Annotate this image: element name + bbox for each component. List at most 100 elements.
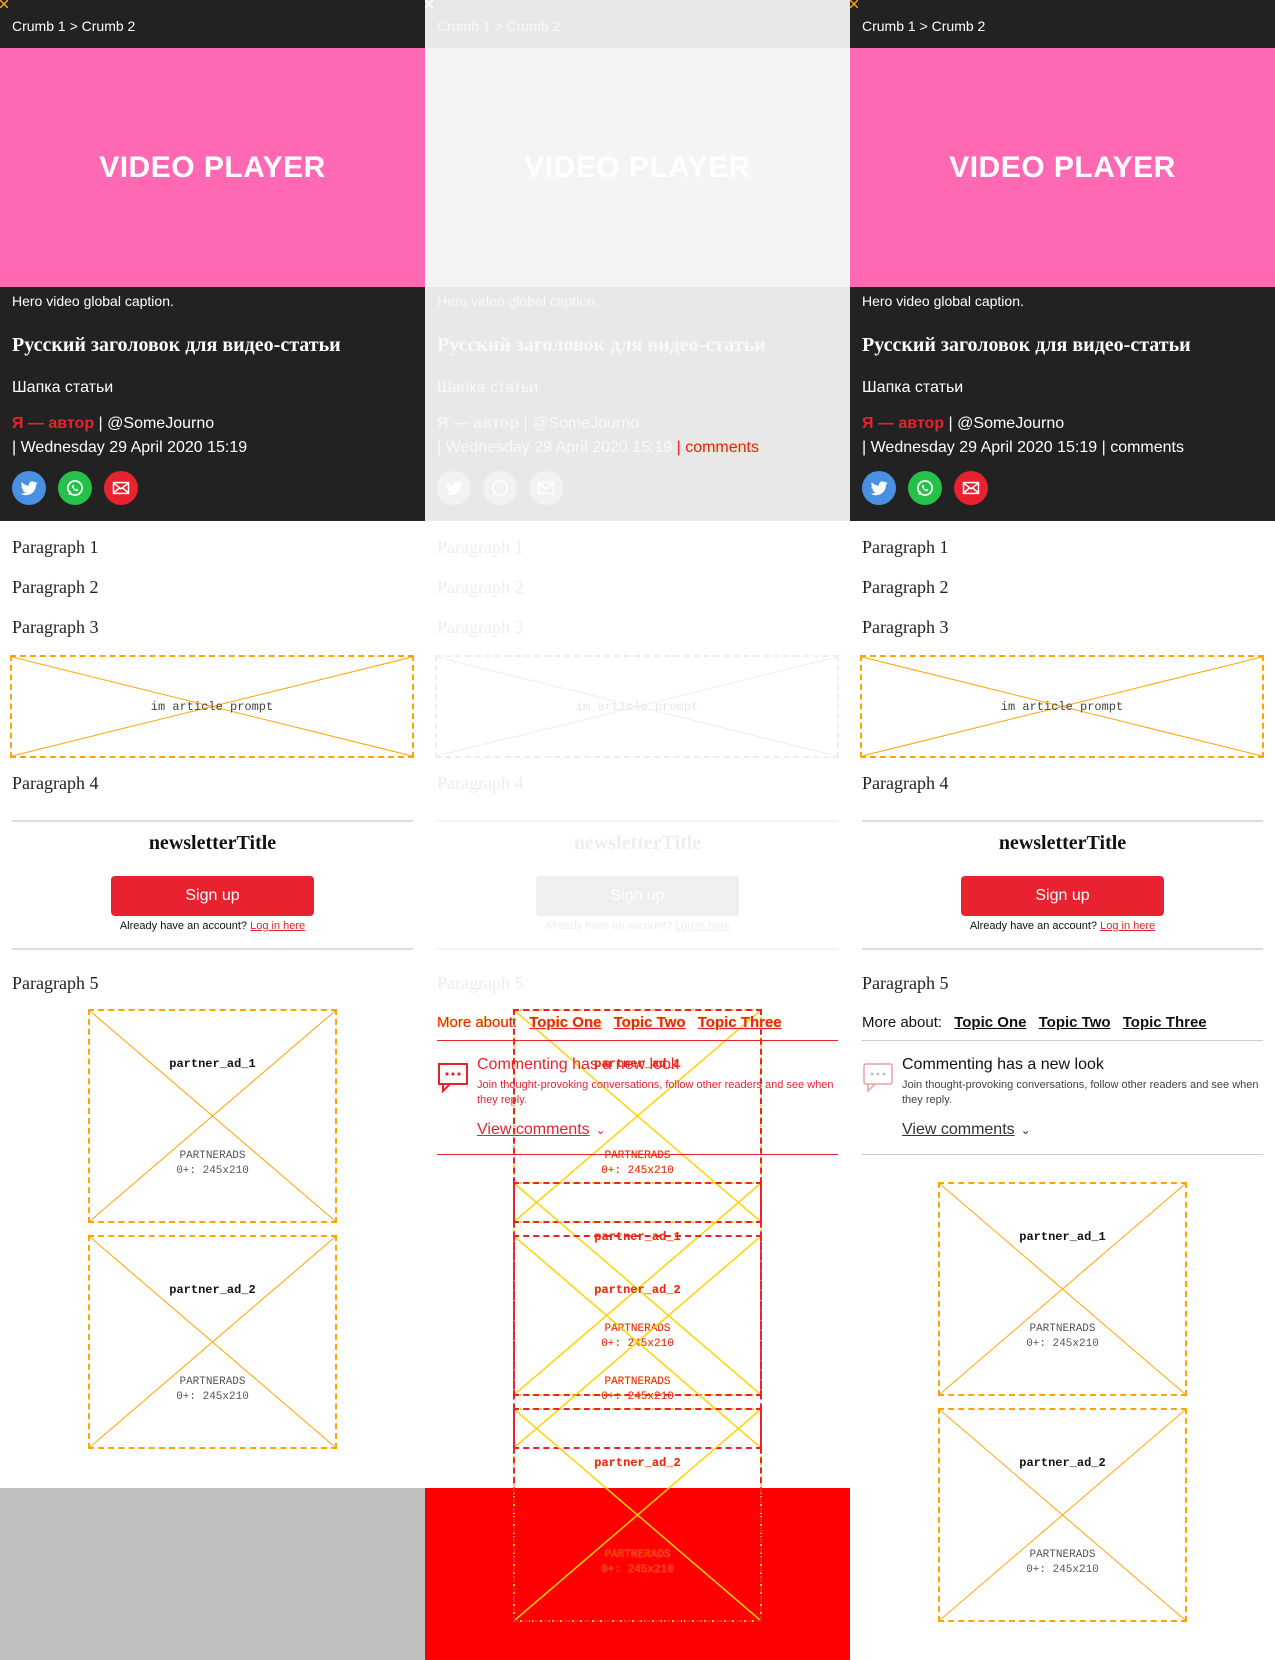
ad-provider: PARTNERADS: [179, 1376, 246, 1388]
topic-link[interactable]: Topic One: [529, 1014, 601, 1031]
breadcrumb-item[interactable]: Crumb 1: [12, 18, 66, 34]
video-player-label: VIDEO PLAYER: [949, 150, 1176, 184]
share-whatsapp-button[interactable]: [58, 471, 92, 505]
login-link[interactable]: Log in here: [675, 920, 730, 932]
paragraph: Paragraph 3: [12, 617, 99, 637]
breadcrumb-item[interactable]: Crumb 2: [932, 18, 986, 34]
comments-promo: Commenting has a new look Join thought-p…: [437, 1056, 838, 1138]
newsletter-title: newsletterTitle: [998, 832, 1127, 854]
byline: Я — автор | @SomeJourno | Wednesday 29 A…: [862, 412, 1272, 460]
corner-marker-icon: [425, 0, 433, 8]
comments-promo-text: Join thought-provoking conversations, fo…: [477, 1079, 834, 1106]
video-player[interactable]: VIDEO PLAYER: [850, 48, 1275, 287]
partner-ad[interactable]: partner_ad_2 PARTNERADS 0+: 245x210: [513, 1408, 762, 1622]
paragraph: Paragraph 3: [437, 617, 524, 637]
share-email-button[interactable]: [529, 471, 563, 505]
prompt-label: im article prompt: [575, 700, 699, 714]
breadcrumb-item[interactable]: Crumb 1: [437, 18, 491, 34]
comments-separator: |: [676, 439, 681, 456]
comments-promo: Commenting has a new look Join thought-p…: [862, 1056, 1263, 1138]
ad-name: partner_ad_2: [1019, 1456, 1106, 1470]
breadcrumb-item[interactable]: Crumb 2: [82, 18, 136, 34]
share-buttons: [12, 471, 138, 505]
chevron-down-icon: ⌄: [1020, 1123, 1031, 1137]
login-text: Already have an account?: [119, 920, 248, 932]
video-player[interactable]: VIDEO PLAYER: [425, 48, 850, 287]
more-about-label: More about:: [862, 1014, 943, 1031]
share-whatsapp-button[interactable]: [483, 471, 517, 505]
placeholder-cross-icon: [940, 1184, 1185, 1394]
video-player-label: VIDEO PLAYER: [524, 150, 751, 184]
comments-link[interactable]: comments: [1110, 439, 1184, 456]
corner-marker-icon: [0, 0, 8, 8]
video-caption: Hero video global caption.: [862, 293, 1024, 309]
share-twitter-button[interactable]: [437, 471, 471, 505]
signup-button[interactable]: Sign up: [111, 876, 314, 916]
placeholder-cross-icon: [90, 1011, 335, 1221]
ad-provider: PARTNERADS: [179, 1150, 246, 1162]
signup-button[interactable]: Sign up: [961, 876, 1164, 916]
login-link[interactable]: Log in here: [1100, 920, 1155, 932]
newsletter-title: newsletterTitle: [148, 832, 277, 854]
partner-ad[interactable]: partner_ad_1 PARTNERADS 0+: 245x210: [938, 1182, 1187, 1396]
partner-ad[interactable]: partner_ad_2 PARTNERADS 0+: 245x210: [88, 1235, 337, 1449]
author-link[interactable]: Я — автор: [862, 415, 944, 432]
topic-link[interactable]: Topic Three: [698, 1014, 782, 1031]
login-link[interactable]: Log in here: [250, 920, 305, 932]
whatsapp-icon: [67, 480, 83, 496]
login-prompt: Already have an account? Log in here: [850, 920, 1275, 932]
partner-ad[interactable]: partner_ad_1 PARTNERADS 0+: 245x210: [88, 1009, 337, 1223]
ad-provider: PARTNERADS: [604, 1549, 671, 1561]
topic-link[interactable]: Topic Two: [1039, 1014, 1111, 1031]
ad-meta: PARTNERADS 0+: 245x210: [940, 1548, 1185, 1578]
share-email-button[interactable]: [954, 471, 988, 505]
view-comments-button[interactable]: View comments ⌄: [477, 1121, 606, 1139]
article-prompt-placeholder: im article prompt: [10, 655, 414, 758]
email-icon: [112, 481, 130, 495]
ad-name: partner_ad_2: [594, 1456, 681, 1470]
placeholder-cross-icon: [940, 1410, 1185, 1620]
ad-provider: PARTNERADS: [1029, 1549, 1096, 1561]
corner-marker-icon: [850, 0, 858, 8]
comment-bubble-icon: [863, 1063, 893, 1093]
paragraph: Paragraph 2: [437, 577, 524, 597]
whatsapp-icon: [492, 480, 508, 496]
whatsapp-icon: [917, 480, 933, 496]
ad-meta: PARTNERADS 0+: 245x210: [940, 1322, 1185, 1352]
share-whatsapp-button[interactable]: [908, 471, 942, 505]
ad-size: 0+: 245x210: [601, 1391, 674, 1403]
newsletter-title: newsletterTitle: [573, 832, 702, 854]
comments-link[interactable]: comments: [685, 439, 759, 456]
partner-ad[interactable]: partner_ad_2 PARTNERADS 0+: 245x210: [938, 1408, 1187, 1622]
ad-size: 0+: 245x210: [176, 1165, 249, 1177]
comments-promo-text: Join thought-provoking conversations, fo…: [902, 1079, 1259, 1106]
topic-link[interactable]: Topic One: [954, 1014, 1026, 1031]
share-twitter-button[interactable]: [12, 471, 46, 505]
placeholder-cross-icon: [90, 1237, 335, 1447]
article-header: Crumb 1 > Crumb 2 VIDEO PLAYER Hero vide…: [0, 0, 425, 521]
comments-promo-title: Commenting has a new look: [902, 1056, 1104, 1073]
signup-button[interactable]: Sign up: [536, 876, 739, 916]
placeholder-cross-icon: [515, 1410, 760, 1620]
paragraph: Paragraph 1: [862, 537, 949, 557]
author-link[interactable]: Я — автор: [12, 415, 94, 432]
author-link[interactable]: Я — автор: [437, 415, 519, 432]
paragraph: Paragraph 5: [12, 973, 99, 993]
divider: [437, 1154, 838, 1155]
share-email-button[interactable]: [104, 471, 138, 505]
article-header: Crumb 1 > Crumb 2 VIDEO PLAYER Hero vide…: [850, 0, 1275, 521]
comments-separator: |: [1101, 439, 1106, 456]
share-buttons: [437, 471, 563, 505]
share-twitter-button[interactable]: [862, 471, 896, 505]
view-comments-label: View comments: [477, 1121, 590, 1138]
article-header: Crumb 1 > Crumb 2 VIDEO PLAYER Hero vide…: [425, 0, 850, 521]
video-player[interactable]: VIDEO PLAYER: [0, 48, 425, 287]
twitter-icon: [870, 481, 888, 496]
breadcrumb-item[interactable]: Crumb 2: [507, 18, 561, 34]
view-comments-button[interactable]: View comments ⌄: [902, 1121, 1031, 1139]
chevron-down-icon: ⌄: [595, 1123, 606, 1137]
topic-link[interactable]: Topic Three: [1123, 1014, 1207, 1031]
divider: [12, 820, 413, 822]
topic-link[interactable]: Topic Two: [614, 1014, 686, 1031]
breadcrumb-item[interactable]: Crumb 1: [862, 18, 916, 34]
